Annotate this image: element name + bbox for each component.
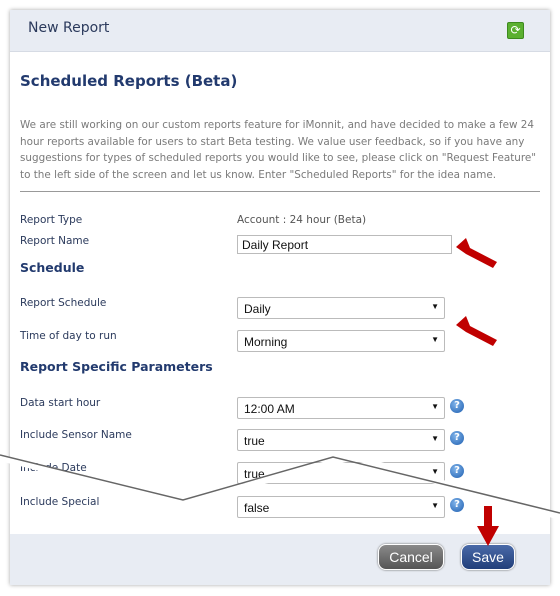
- tear-line: [0, 454, 560, 514]
- arrow-icon: [477, 506, 499, 546]
- annotation-overlay: [0, 238, 560, 546]
- arrow-icon: [456, 316, 497, 346]
- arrow-icon: [456, 238, 497, 268]
- tear-line: [0, 453, 560, 520]
